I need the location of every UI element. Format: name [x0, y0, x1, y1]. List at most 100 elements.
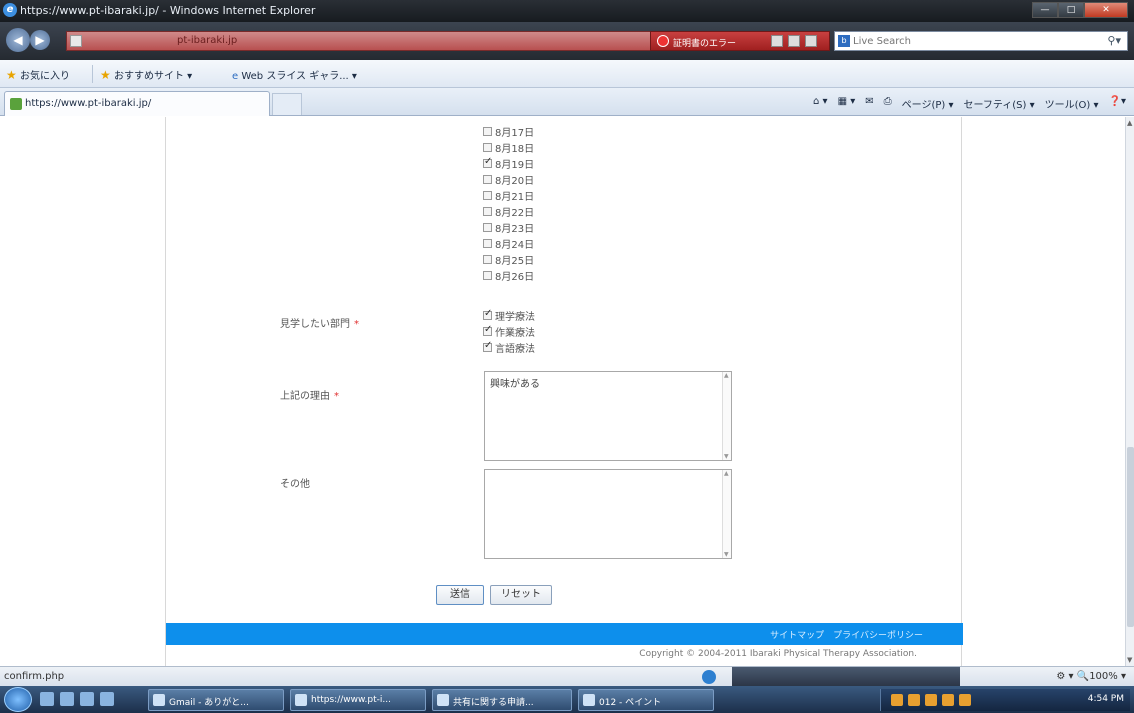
submit-button[interactable]: 送信 [436, 585, 484, 605]
show-desktop-icon[interactable] [40, 692, 54, 706]
mail-button[interactable]: ✉ [865, 96, 873, 111]
network-icon[interactable] [942, 694, 954, 706]
close-button[interactable]: ✕ [1084, 2, 1128, 18]
checkbox-checked[interactable] [483, 308, 492, 320]
rss-icon[interactable] [788, 35, 800, 47]
refresh-icon[interactable] [771, 35, 783, 47]
web-slice-link[interactable]: e Web スライス ギャラ... ▾ [232, 67, 357, 82]
required-mark: * [354, 319, 359, 330]
search-box[interactable]: b ⚲▾ [834, 31, 1128, 51]
zoom-control[interactable]: ⚙ ▾ 🔍100% ▾ [1056, 671, 1126, 682]
other-label: その他 [280, 479, 310, 490]
tab-bar: https://www.pt-ibaraki.jp/ ⌂ ▾ ▦ ▾ ✉ ⎙ ペ… [0, 88, 1134, 116]
web-content: 8月17日 8月18日 8月19日 8月20日 8月21日 8月22日 8月23… [0, 117, 1125, 666]
textarea-scrollbar[interactable] [722, 470, 731, 558]
back-button[interactable]: ◀ [6, 28, 30, 52]
tray-icon[interactable] [925, 694, 937, 706]
checkbox-checked[interactable] [483, 156, 492, 168]
tab-label: https://www.pt-ibaraki.jp/ [25, 98, 152, 109]
date-option[interactable]: 8月17日 [483, 123, 534, 139]
print-button[interactable]: ⎙ [884, 96, 892, 111]
document-icon [437, 694, 449, 706]
help-menu[interactable]: ❓▾ [1109, 96, 1126, 111]
media-icon[interactable] [80, 692, 94, 706]
address-bar[interactable]: pt-ibaraki.jp [66, 31, 706, 51]
checkbox-checked[interactable] [483, 340, 492, 352]
checkbox-checked[interactable] [483, 324, 492, 336]
search-icon[interactable]: ⚲▾ [1107, 34, 1121, 47]
date-checkbox-list: 8月17日 8月18日 8月19日 8月20日 8月21日 8月22日 8月23… [483, 123, 534, 283]
reason-textarea[interactable]: 興味がある [484, 371, 732, 461]
web-slice-icon: e [232, 71, 239, 82]
checkbox[interactable] [483, 270, 492, 280]
scroll-up-icon[interactable]: ▲ [1127, 119, 1132, 127]
scroll-thumb[interactable] [1127, 447, 1134, 627]
department-option[interactable]: 理学療法 [483, 307, 535, 323]
tray-icons [891, 694, 971, 706]
star-icon: ★ [6, 68, 17, 82]
home-button[interactable]: ⌂ ▾ [813, 96, 828, 111]
forward-button[interactable]: ▶ [30, 30, 50, 50]
date-option[interactable]: 8月25日 [483, 251, 534, 267]
checkbox[interactable] [483, 174, 492, 184]
volume-icon[interactable] [959, 694, 971, 706]
checkbox[interactable] [483, 206, 492, 216]
search-input[interactable] [853, 33, 1093, 49]
title-bar: e https://www.pt-ibaraki.jp/ - Windows I… [0, 0, 1134, 22]
checkbox[interactable] [483, 126, 492, 136]
required-mark: * [334, 391, 339, 402]
checkbox[interactable] [483, 190, 492, 200]
date-option[interactable]: 8月21日 [483, 187, 534, 203]
tab-active[interactable]: https://www.pt-ibaraki.jp/ [4, 91, 270, 116]
tray-icon[interactable] [908, 694, 920, 706]
date-option[interactable]: 8月22日 [483, 203, 534, 219]
taskbar-item-ptibaraki[interactable]: https://www.pt-i... [290, 689, 426, 711]
certificate-error-area[interactable]: 証明書のエラー [650, 31, 830, 51]
date-option[interactable]: 8月23日 [483, 219, 534, 235]
globe-icon [702, 670, 716, 684]
textarea-scrollbar[interactable] [722, 372, 731, 460]
checkbox[interactable] [483, 222, 492, 232]
footer-links[interactable]: サイトマップ プライバシーポリシー [770, 628, 923, 641]
favorites-button[interactable]: ★ お気に入り [6, 67, 70, 82]
stop-icon[interactable] [805, 35, 817, 47]
taskbar-item-gmail[interactable]: Gmail - ありがと... [148, 689, 284, 711]
safety-menu[interactable]: セーフティ(S) ▾ [963, 96, 1034, 111]
suggested-sites-link[interactable]: ★ おすすめサイト ▾ [100, 67, 192, 82]
tray-icon[interactable] [891, 694, 903, 706]
department-option[interactable]: 言語療法 [483, 339, 535, 355]
page-menu[interactable]: ページ(P) ▾ [902, 96, 954, 111]
taskbar-item-application[interactable]: 共有に関する申請... [432, 689, 572, 711]
scroll-down-icon[interactable]: ▼ [1127, 656, 1132, 664]
start-button[interactable] [4, 687, 32, 712]
checkbox[interactable] [483, 142, 492, 152]
checkbox[interactable] [483, 254, 492, 264]
department-label: 見学したい部門 * [280, 319, 359, 330]
reason-label: 上記の理由 * [280, 391, 339, 402]
date-option[interactable]: 8月18日 [483, 139, 534, 155]
taskbar-item-paint[interactable]: 012 - ペイント [578, 689, 714, 711]
reset-button[interactable]: リセット [490, 585, 552, 605]
explorer-icon[interactable] [60, 692, 74, 706]
date-option[interactable]: 8月24日 [483, 235, 534, 251]
date-option[interactable]: 8月19日 [483, 155, 534, 171]
feeds-button[interactable]: ▦ ▾ [838, 96, 856, 111]
department-option[interactable]: 作業療法 [483, 323, 535, 339]
maximize-button[interactable]: □ [1058, 2, 1084, 18]
tools-menu[interactable]: ツール(O) ▾ [1045, 96, 1099, 111]
ie-icon[interactable] [100, 692, 114, 706]
ie-icon [153, 694, 165, 706]
clock[interactable]: 4:54 PM [1088, 694, 1124, 704]
favorites-label: お気に入り [19, 71, 70, 82]
minimize-button[interactable]: — [1032, 2, 1058, 18]
shield-icon [657, 35, 669, 47]
date-option[interactable]: 8月20日 [483, 171, 534, 187]
security-zone [702, 667, 960, 687]
department-checkbox-list: 理学療法 作業療法 言語療法 [483, 307, 535, 355]
page-scrollbar[interactable]: ▲ ▼ [1125, 117, 1134, 666]
new-tab-button[interactable] [272, 93, 302, 115]
checkbox[interactable] [483, 238, 492, 248]
date-option[interactable]: 8月26日 [483, 267, 534, 283]
other-textarea[interactable] [484, 469, 732, 559]
tab-favicon-icon [10, 98, 22, 110]
